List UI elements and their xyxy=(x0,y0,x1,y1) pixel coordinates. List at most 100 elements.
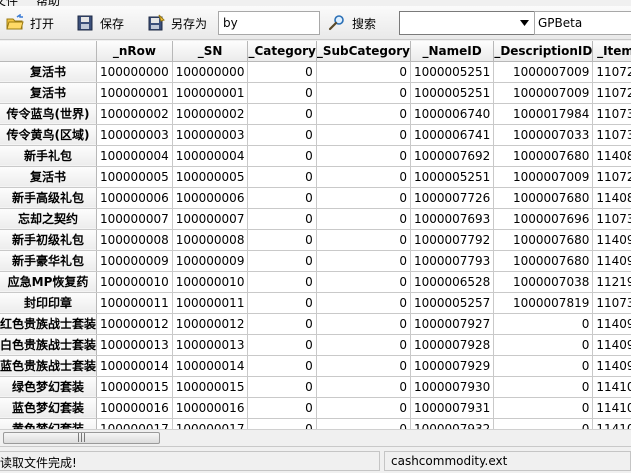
row-header[interactable]: 红色贵族战士套装 xyxy=(0,313,98,335)
table-cell[interactable]: 0 xyxy=(247,208,317,230)
row-header[interactable]: 新手高级礼包 xyxy=(0,187,98,209)
row-header[interactable]: 封印印章 xyxy=(0,292,98,314)
table-cell[interactable]: 1000007038 xyxy=(493,271,594,293)
table-cell[interactable]: 0 xyxy=(316,124,411,146)
table-cell[interactable]: 1000006528 xyxy=(410,271,495,293)
table-cell[interactable]: 100000007 xyxy=(172,208,249,230)
table-cell[interactable]: 0 xyxy=(316,166,411,188)
gp-input[interactable]: GPBeta xyxy=(534,11,631,35)
table-cell[interactable]: 100000001 xyxy=(96,82,173,104)
table-cell[interactable]: 0 xyxy=(316,208,411,230)
table-cell[interactable]: 1000007009 xyxy=(493,82,594,104)
table-cell[interactable]: 1000007033 xyxy=(493,124,594,146)
table-cell[interactable]: 1000007692 xyxy=(410,145,495,167)
table-cell[interactable]: 1000007931 xyxy=(410,397,495,419)
table-cell[interactable]: 11073392 xyxy=(592,208,631,230)
table-cell[interactable]: 11409817 xyxy=(592,355,631,377)
table-cell[interactable]: 1000007819 xyxy=(493,292,594,314)
table-cell[interactable]: 100000008 xyxy=(172,229,249,251)
row-header[interactable]: 忘却之契约 xyxy=(0,208,98,230)
table-cell[interactable]: 1000007680 xyxy=(493,229,594,251)
table-cell[interactable]: 100000006 xyxy=(172,187,249,209)
row-header[interactable]: 新手初级礼包 xyxy=(0,229,98,251)
column-header[interactable]: _nRow xyxy=(96,41,173,62)
table-cell[interactable]: 100000001 xyxy=(172,82,249,104)
row-header[interactable]: 复活书 xyxy=(0,61,98,83)
table-cell[interactable]: 100000014 xyxy=(96,355,173,377)
table-cell[interactable]: 1000005251 xyxy=(410,166,495,188)
table-cell[interactable]: 0 xyxy=(316,145,411,167)
table-cell[interactable]: 0 xyxy=(316,313,411,335)
table-cell[interactable]: 100000002 xyxy=(172,103,249,125)
table-cell[interactable]: 11410145 xyxy=(592,418,631,429)
table-cell[interactable]: 100000005 xyxy=(96,166,173,188)
table-cell[interactable]: 11219804 xyxy=(592,271,631,293)
table-cell[interactable]: 1000007680 xyxy=(493,250,594,272)
table-cell[interactable]: 1000007726 xyxy=(410,187,495,209)
table-cell[interactable]: 0 xyxy=(247,250,317,272)
table-cell[interactable]: 0 xyxy=(247,271,317,293)
table-cell[interactable]: 11409489 xyxy=(592,250,631,272)
corner-cell[interactable] xyxy=(0,41,98,62)
table-row[interactable]: 传令蓝鸟(世界) 100000002 100000002 0 0 1000006740 10… xyxy=(0,103,631,125)
table-cell[interactable]: 1000007680 xyxy=(493,145,594,167)
table-cell[interactable]: 1000006741 xyxy=(410,124,495,146)
table-cell[interactable]: 100000010 xyxy=(172,271,249,293)
table-cell[interactable]: 1000007928 xyxy=(410,334,495,356)
table-cell[interactable]: 1000005251 xyxy=(410,82,495,104)
data-grid[interactable]: _nRow _SN _Category _SubCategory _NameID… xyxy=(0,41,631,429)
table-cell[interactable]: 0 xyxy=(316,292,411,314)
table-cell[interactable]: 0 xyxy=(247,418,317,429)
table-cell[interactable]: 0 xyxy=(247,103,317,125)
chevron-down-icon[interactable] xyxy=(516,14,532,32)
table-cell[interactable]: 100000002 xyxy=(96,103,173,125)
table-cell[interactable]: 11409817 xyxy=(592,334,631,356)
row-header[interactable]: 传令蓝鸟(世界) xyxy=(0,103,98,125)
table-cell[interactable]: 100000004 xyxy=(96,145,173,167)
horizontal-scrollbar[interactable]: ||| xyxy=(0,429,631,446)
scrollbar-thumb[interactable]: ||| xyxy=(3,432,160,444)
table-cell[interactable]: 100000011 xyxy=(96,292,173,314)
table-cell[interactable]: 1000007680 xyxy=(493,187,594,209)
table-cell[interactable]: 0 xyxy=(247,166,317,188)
table-cell[interactable]: 11408834 xyxy=(592,187,631,209)
table-row[interactable]: 封印印章 100000011 100000011 0 0 1000005257 100000… xyxy=(0,292,631,314)
filter-dropdown[interactable] xyxy=(399,11,535,35)
row-header[interactable]: 新手礼包 xyxy=(0,145,98,167)
search-input[interactable]: by xyxy=(218,11,320,35)
table-cell[interactable]: 1000007930 xyxy=(410,376,495,398)
table-cell[interactable]: 11408834 xyxy=(592,145,631,167)
table-cell[interactable]: 0 xyxy=(493,355,594,377)
table-cell[interactable]: 100000005 xyxy=(172,166,249,188)
table-cell[interactable]: 0 xyxy=(247,292,317,314)
table-cell[interactable]: 0 xyxy=(316,334,411,356)
table-row[interactable]: 忘却之契约 100000007 100000007 0 0 1000007693 10000… xyxy=(0,208,631,230)
table-row[interactable]: 复活书 100000005 100000005 0 0 1000005251 1000007… xyxy=(0,166,631,188)
column-header[interactable]: _SubCategory xyxy=(316,41,411,62)
table-cell[interactable]: 100000010 xyxy=(96,271,173,293)
table-cell[interactable]: 0 xyxy=(316,250,411,272)
table-cell[interactable]: 11073187 xyxy=(592,103,631,125)
table-cell[interactable]: 11409817 xyxy=(592,313,631,335)
row-header[interactable]: 黄色梦幻套装 xyxy=(0,418,98,429)
table-cell[interactable]: 100000009 xyxy=(96,250,173,272)
table-cell[interactable]: 0 xyxy=(247,61,317,83)
table-cell[interactable]: 11073105 xyxy=(592,292,631,314)
table-cell[interactable]: 0 xyxy=(247,124,317,146)
column-header[interactable]: _NameID xyxy=(410,41,495,62)
row-header[interactable]: 复活书 xyxy=(0,82,98,104)
save-as-button[interactable]: 另存为 xyxy=(147,10,207,36)
table-cell[interactable]: 0 xyxy=(316,82,411,104)
table-cell[interactable]: 0 xyxy=(247,376,317,398)
table-cell[interactable]: 100000015 xyxy=(172,376,249,398)
row-header[interactable]: 蓝色贵族战士套装 xyxy=(0,355,98,377)
table-row[interactable]: 传令黄鸟(区域) 100000003 100000003 0 0 1000006741 10… xyxy=(0,124,631,146)
table-cell[interactable]: 100000009 xyxy=(172,250,249,272)
row-header[interactable]: 新手豪华礼包 xyxy=(0,250,98,272)
table-cell[interactable]: 100000013 xyxy=(96,334,173,356)
table-cell[interactable]: 100000007 xyxy=(96,208,173,230)
table-row[interactable]: 新手初级礼包 100000008 100000008 0 0 1000007792 1000… xyxy=(0,229,631,251)
table-cell[interactable]: 0 xyxy=(493,418,594,429)
table-cell[interactable]: 100000012 xyxy=(172,313,249,335)
table-cell[interactable]: 0 xyxy=(247,229,317,251)
